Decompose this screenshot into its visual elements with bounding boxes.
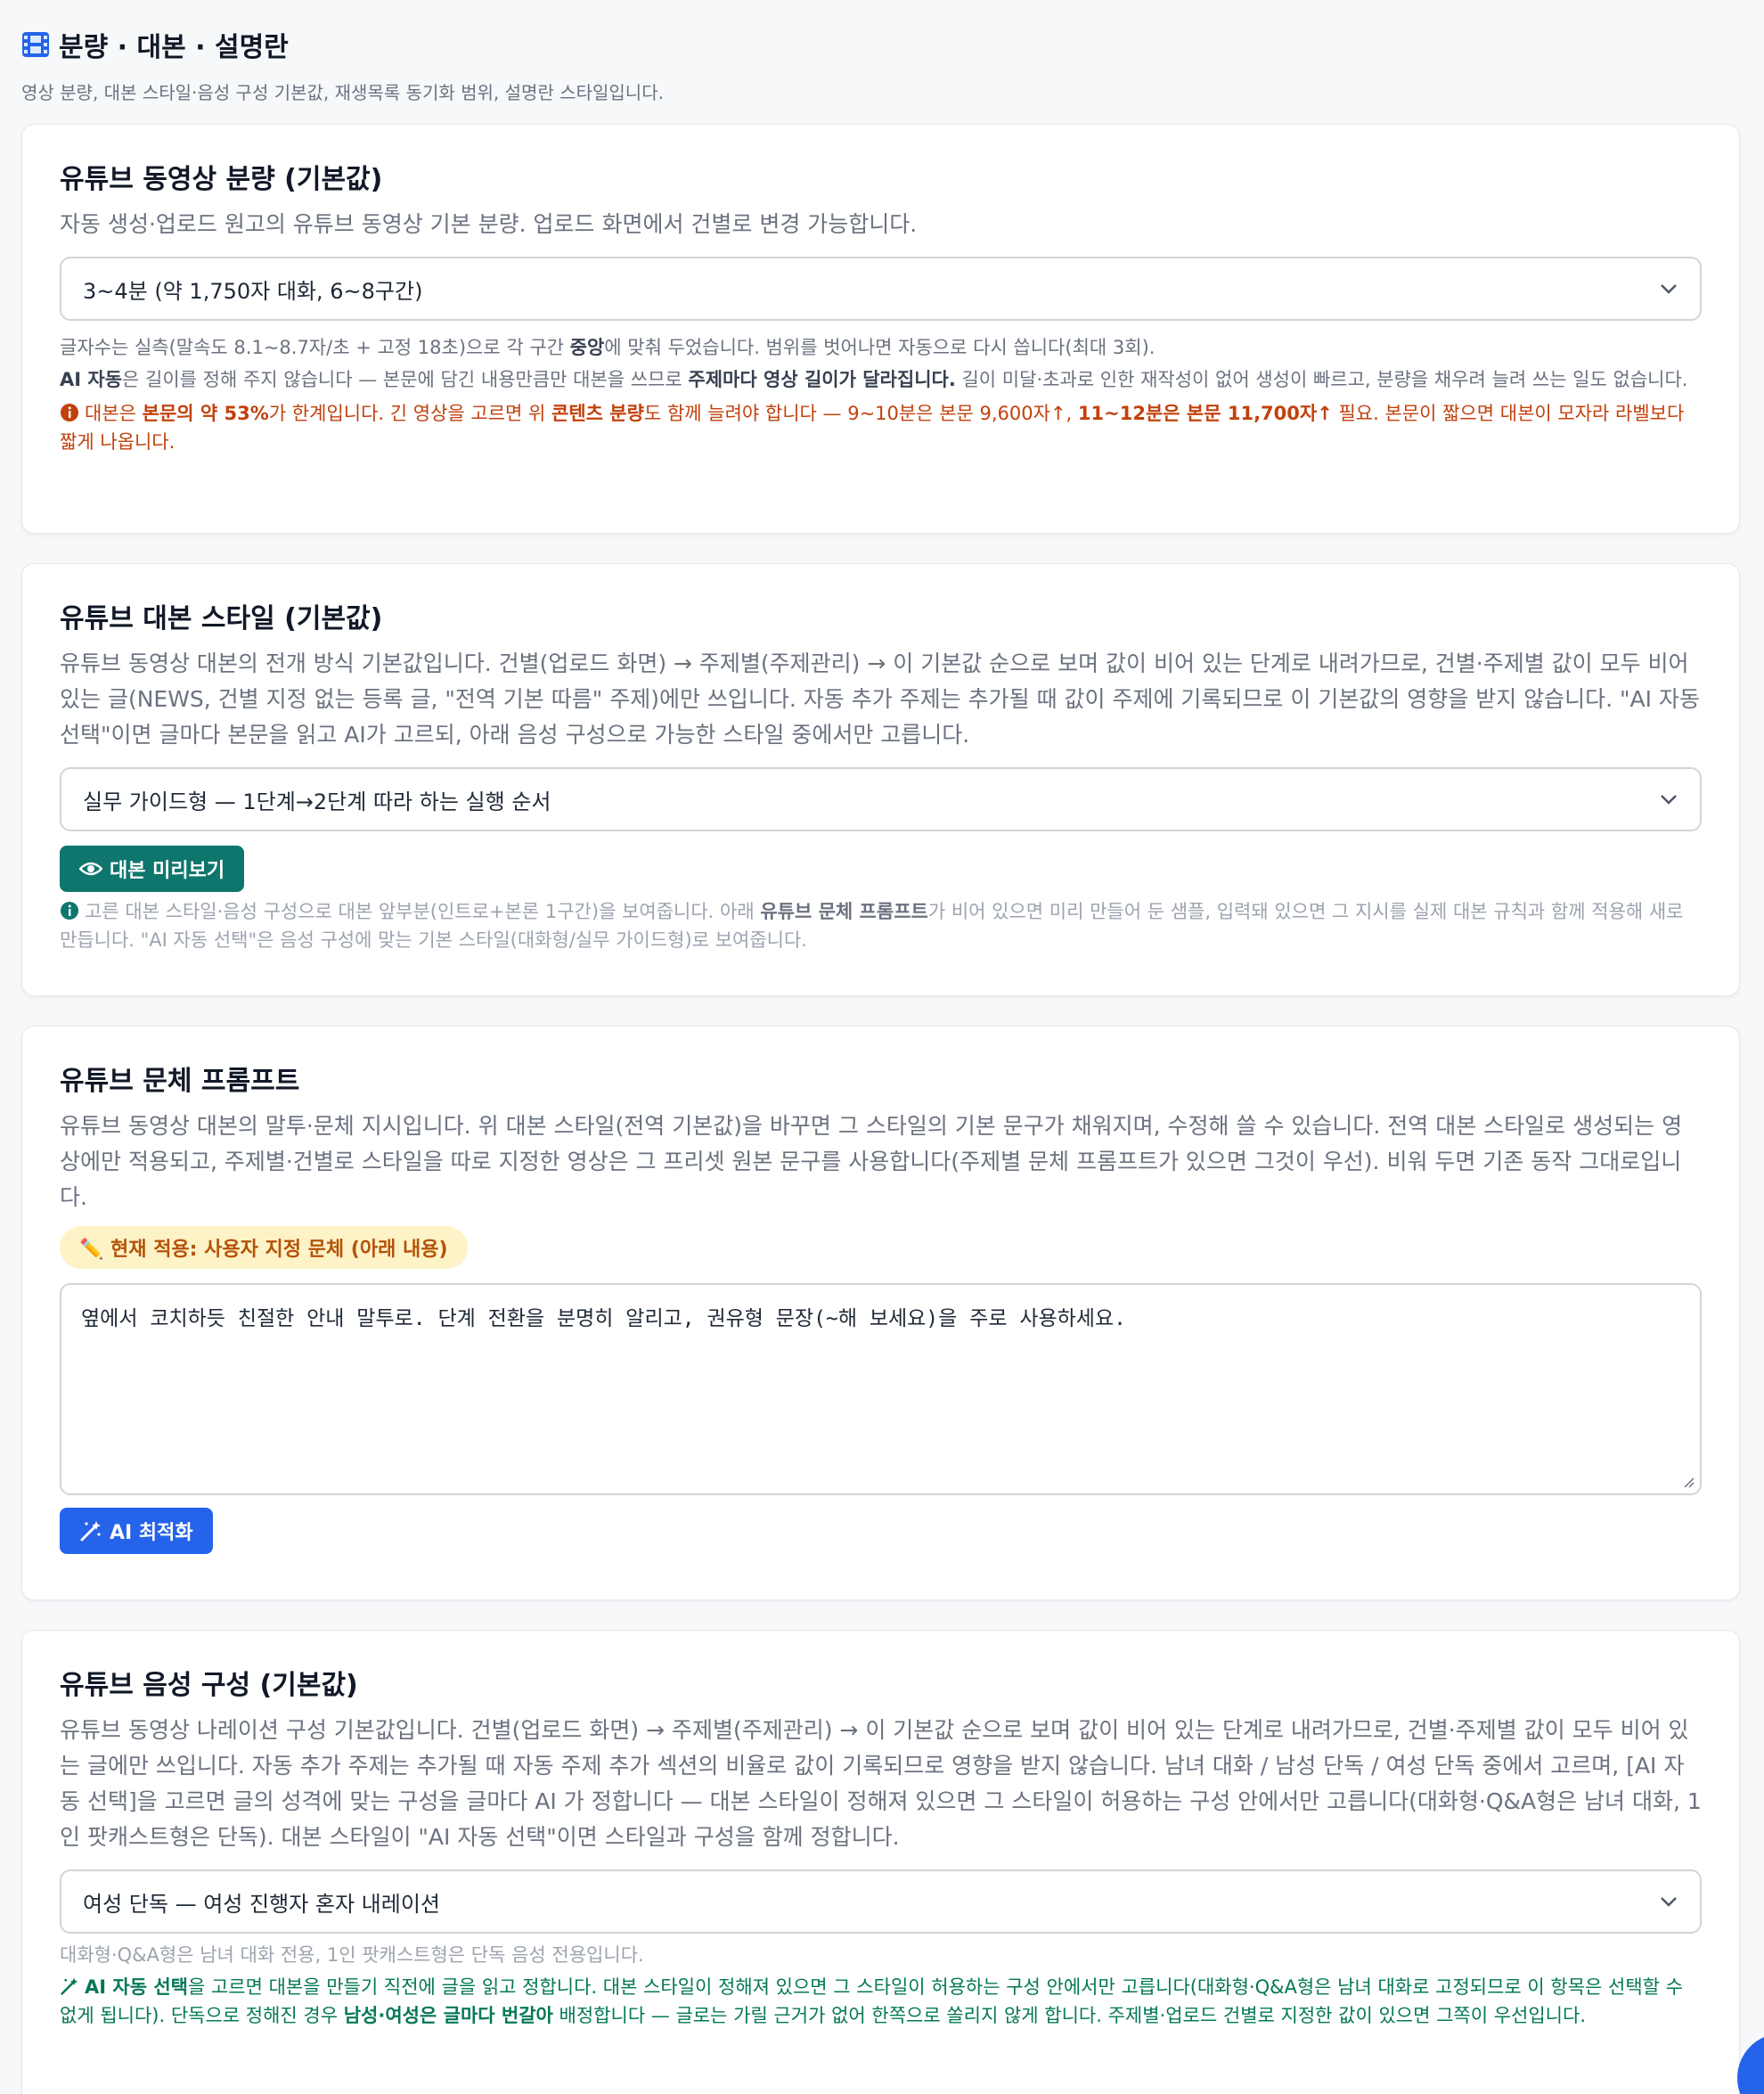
current-tone-badge: ✏️ 현재 적용: 사용자 지정 문체 (아래 내용) [60, 1226, 468, 1269]
settings-page: 분량 · 대본 · 설명란 영상 분량, 대본 스타일·음성 구성 기본값, 재… [21, 0, 1740, 2094]
resize-handle-icon[interactable] [1680, 1474, 1695, 1488]
chevron-down-icon [1661, 795, 1677, 805]
script-style-card: 유튜브 대본 스타일 (기본값) 유튜브 동영상 대본의 전개 방식 기본값입니… [21, 563, 1740, 996]
script-style-select-value: 실무 가이드형 — 1단계→2단계 따라 하는 실행 순서 [83, 789, 551, 814]
floating-action-button[interactable] [1737, 2033, 1764, 2094]
note-emphasis: AI 자동 [60, 369, 123, 390]
film-icon [22, 32, 49, 57]
note-text: 고른 대본 스타일·음성 구성으로 대본 앞부분(인트로+본론 1구간)을 보여… [85, 901, 761, 922]
info-icon [61, 902, 78, 920]
note-text: 은 길이를 정해 주지 않습니다 — 본문에 담긴 내용만큼만 대본을 쓰므로 [122, 369, 689, 390]
script-preview-label: 대본 미리보기 [110, 860, 225, 882]
duration-title: 유튜브 동영상 분량 (기본값) [60, 164, 383, 195]
script-style-description: 유튜브 동영상 대본의 전개 방식 기본값입니다. 건별(업로드 화면) → 주… [60, 650, 1700, 748]
warning-text: 도 함께 늘려야 합니다 — 9~10분은 본문 9,600자↑, [643, 403, 1078, 424]
chevron-down-icon [1661, 284, 1677, 294]
duration-card: 유튜브 동영상 분량 (기본값) 자동 생성·업로드 원고의 유튜브 동영상 기… [21, 124, 1740, 534]
duration-note-charcount: 글자수는 실측(말속도 8.1~8.7자/초 + 고정 18초)으로 각 구간 … [60, 333, 1702, 362]
warning-text: 대본은 [85, 403, 143, 424]
script-style-title: 유튜브 대본 스타일 (기본값) [60, 603, 383, 634]
note-text: 에 맞춰 두었습니다. 범위를 벗어나면 자동으로 다시 씁니다(최대 3회). [604, 337, 1156, 358]
duration-note-ai-auto: AI 자동은 길이를 정해 주지 않습니다 — 본문에 담긴 내용만큼만 대본을… [60, 365, 1702, 394]
script-preview-button[interactable]: 대본 미리보기 [60, 846, 245, 892]
tone-prompt-card: 유튜브 문체 프롬프트 유튜브 동영상 대본의 말투·문체 지시입니다. 위 대… [21, 1026, 1740, 1600]
voice-card: 유튜브 음성 구성 (기본값) 유튜브 동영상 나레이션 구성 기본값입니다. … [21, 1630, 1740, 2094]
ai-optimize-button[interactable]: AI 최적화 [60, 1508, 213, 1554]
page-title: 분량 · 대본 · 설명란 [21, 27, 1740, 63]
duration-select[interactable]: 3~4분 (약 1,750자 대화, 6~8구간) [60, 257, 1702, 321]
note-emphasis: 남성·여성은 글마다 번갈아 [343, 2005, 553, 2026]
page-description: 영상 분량, 대본 스타일·음성 구성 기본값, 재생목록 동기화 범위, 설명… [21, 82, 664, 103]
tone-prompt-textarea[interactable]: 옆에서 코치하듯 친절한 안내 말투로. 단계 전환을 분명히 알리고, 권유형… [60, 1283, 1702, 1495]
chevron-down-icon [1661, 1897, 1677, 1907]
warning-emphasis: 본문의 약 53% [142, 403, 269, 424]
voice-select[interactable]: 여성 단독 — 여성 진행자 혼자 내레이션 [60, 1869, 1702, 1934]
voice-note-ai-auto: AI 자동 선택을 고르면 대본을 만들기 직전에 글을 읽고 정합니다. 대본… [60, 1973, 1702, 2030]
voice-note-preset: 대화형·Q&A형은 남녀 대화 전용, 1인 팟캐스트형은 단독 음성 전용입니… [60, 1944, 644, 1966]
page-title-text: 분량 · 대본 · 설명란 [59, 32, 289, 63]
note-text: 길이 미달·초과로 인한 재작성이 없어 생성이 빠르고, 분량을 채우려 늘려… [955, 369, 1688, 390]
note-text: 글자수는 실측(말속도 8.1~8.7자/초 + 고정 18초)으로 각 구간 [60, 337, 570, 358]
warning-emphasis: 콘텐츠 분량 [551, 403, 644, 424]
note-text: 배정합니다 — 글로는 가릴 근거가 없어 한쪽으로 쏠리지 않게 합니다. 주… [552, 2005, 1587, 2026]
script-style-select[interactable]: 실무 가이드형 — 1단계→2단계 따라 하는 실행 순서 [60, 767, 1702, 831]
ai-optimize-label: AI 최적화 [110, 1522, 193, 1544]
eye-icon [79, 862, 102, 876]
voice-description: 유튜브 동영상 나레이션 구성 기본값입니다. 건별(업로드 화면) → 주제별… [60, 1717, 1702, 1850]
note-emphasis: 유튜브 문체 프롬프트 [760, 901, 928, 922]
duration-warning: 대본은 본문의 약 53%가 한계입니다. 긴 영상을 고르면 위 콘텐츠 분량… [60, 399, 1702, 456]
tone-prompt-value: 옆에서 코치하듯 친절한 안내 말투로. 단계 전환을 분명히 알리고, 권유형… [81, 1307, 1126, 1330]
note-emphasis: 중앙 [569, 337, 605, 358]
magic-wand-icon [61, 1977, 78, 1995]
script-preview-note: 고른 대본 스타일·음성 구성으로 대본 앞부분(인트로+본론 1구간)을 보여… [60, 897, 1702, 954]
tone-prompt-description: 유튜브 동영상 대본의 말투·문체 지시입니다. 위 대본 스타일(전역 기본값… [60, 1113, 1683, 1210]
magic-wand-icon [80, 1521, 101, 1542]
tone-prompt-title: 유튜브 문체 프롬프트 [60, 1066, 300, 1097]
info-icon [61, 404, 78, 421]
warning-text: 가 한계입니다. 긴 영상을 고르면 위 [268, 403, 552, 424]
warning-emphasis: 11~12분은 본문 11,700자↑ [1077, 403, 1333, 424]
note-emphasis: AI 자동 선택 [85, 1976, 188, 1998]
note-emphasis: 주제마다 영상 길이가 달라집니다. [688, 369, 956, 390]
voice-select-value: 여성 단독 — 여성 진행자 혼자 내레이션 [83, 1891, 440, 1917]
page-header: 분량 · 대본 · 설명란 영상 분량, 대본 스타일·음성 구성 기본값, 재… [21, 0, 1740, 104]
voice-title: 유튜브 음성 구성 (기본값) [60, 1670, 358, 1701]
duration-description: 자동 생성·업로드 원고의 유튜브 동영상 기본 분량. 업로드 화면에서 건별… [60, 211, 918, 237]
duration-select-value: 3~4분 (약 1,750자 대화, 6~8구간) [83, 278, 423, 304]
